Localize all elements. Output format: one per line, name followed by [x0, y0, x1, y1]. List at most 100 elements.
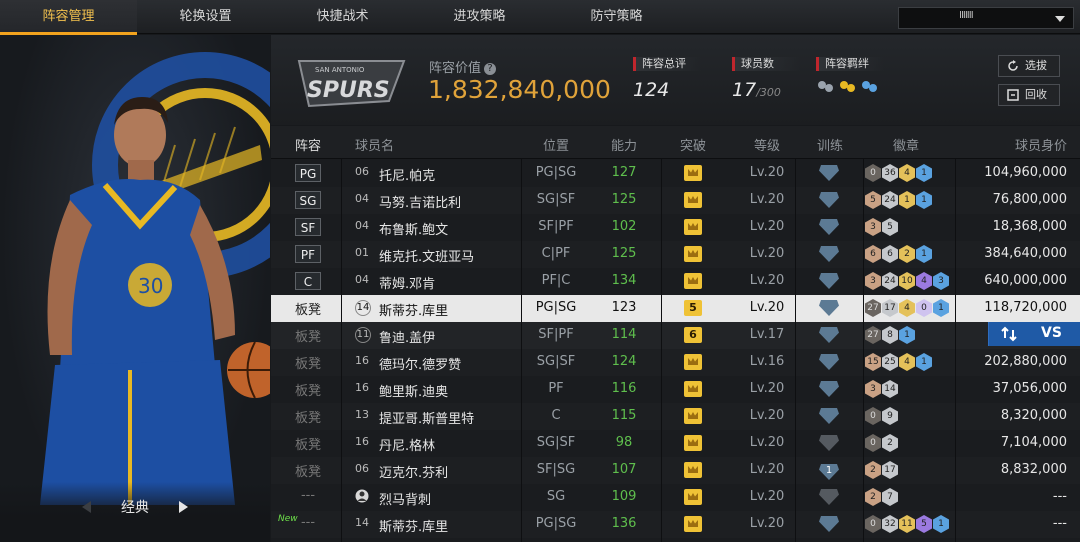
bond-gold-icon[interactable] — [838, 79, 856, 95]
player-price: 76,800,000 — [992, 192, 1067, 207]
crown-icon — [684, 489, 702, 505]
player-name: 提亚哥.斯普里特 — [379, 412, 475, 427]
header-badges[interactable]: 徽章 — [877, 135, 935, 154]
lineup-select[interactable]: IIIIIII — [898, 7, 1074, 29]
recycle-button[interactable]: 回收 — [998, 84, 1060, 106]
next-arrow-icon[interactable] — [179, 501, 188, 513]
training-shield-icon — [819, 192, 839, 208]
player-level: Lv.20 — [749, 165, 785, 180]
chevron-down-icon — [1055, 16, 1065, 22]
jersey-number: 14 — [355, 516, 369, 529]
pick-button[interactable]: 选拔 — [998, 55, 1060, 77]
training-shield-icon — [819, 381, 839, 397]
player-position: PF — [548, 381, 564, 396]
table-row[interactable]: SG 04 马努.吉诺比利 SG|SF 125 Lv.20 5 24 1 1 76,800,000 — [271, 187, 1080, 214]
table-row[interactable]: 板凳 16 鲍里斯.迪奥 PF 116 Lv.20 3 14 37,056,000 — [271, 376, 1080, 403]
header-position[interactable]: 位置 — [521, 135, 591, 154]
recycle-icon — [1007, 89, 1019, 101]
recycle-button-label: 回收 — [1025, 88, 1047, 101]
badge-gold: 11 — [899, 515, 915, 533]
badge-gold: 1 — [899, 191, 915, 209]
lineup-slot: SG — [295, 191, 321, 209]
header-level[interactable]: 等级 — [737, 135, 797, 154]
jersey-number: 04 — [355, 192, 369, 205]
badge-bronze: 5 — [865, 191, 881, 209]
tab-offense-strategy[interactable]: 进攻策略 — [411, 0, 548, 34]
table-row[interactable]: 板凳 16 德玛尔.德罗赞 SG|SF 124 Lv.16 15 25 4 1 202,880,00… — [271, 349, 1080, 376]
training-level: 1 — [819, 464, 839, 480]
badge-list: 27 17 4 0 1 — [865, 299, 949, 317]
crown-icon — [684, 408, 702, 424]
header-price[interactable]: 球员身价 — [961, 135, 1067, 154]
badge-list: 5 24 1 1 — [865, 191, 932, 209]
player-ability: 115 — [611, 408, 637, 423]
player-level: Lv.20 — [749, 489, 785, 504]
tab-rotation-settings[interactable]: 轮换设置 — [137, 0, 274, 34]
table-row[interactable]: SF 04 布鲁斯.鲍文 SF|PF 102 Lv.20 3 5 18,368,000 — [271, 214, 1080, 241]
player-position: PG|SG — [535, 300, 577, 315]
header-training[interactable]: 训练 — [801, 135, 859, 154]
table-row[interactable]: 板凳 13 提亚哥.斯普里特 C 115 Lv.20 0 9 8,320,000 — [271, 403, 1080, 430]
player-position: SF|PF — [538, 219, 574, 234]
table-row[interactable]: 板凳 06 迈克尔.芬利 SF|SG 107 Lv.20 1 2 17 8,832,000 — [271, 457, 1080, 484]
table-row[interactable]: New --- 14 斯蒂芬.库里 PG|SG 136 Lv.20 0 32 11 5 1 --- — [271, 511, 1080, 538]
tab-quick-tactics[interactable]: 快捷战术 — [274, 0, 411, 34]
compare-vs-button[interactable]: VS — [988, 322, 1080, 346]
jersey-number: 16 — [355, 435, 369, 448]
table-row[interactable]: --- 烈马背刺 SG 109 Lv.20 2 7 --- — [271, 484, 1080, 511]
player-ability: 114 — [611, 327, 637, 342]
training-shield-icon — [819, 408, 839, 424]
card-label: 经典 — [121, 500, 149, 516]
badge-list: 27 8 1 — [865, 326, 915, 344]
badge-blue: 1 — [916, 245, 932, 263]
player-ability: 107 — [611, 462, 637, 477]
player-ability: 123 — [611, 300, 637, 315]
badge-dark: 0 — [865, 407, 881, 425]
header-lineup[interactable]: 阵容 — [281, 135, 335, 154]
player-name: 马努.吉诺比利 — [379, 196, 462, 211]
player-price: 8,320,000 — [1000, 408, 1067, 423]
bond-grey-icon[interactable] — [816, 79, 834, 95]
badge-gold: 2 — [899, 245, 915, 263]
table-row[interactable]: C 04 蒂姆.邓肯 PF|C 134 Lv.20 3 24 10 4 3 640,000,000 — [271, 268, 1080, 295]
table-row[interactable]: 板凳 11 鲁迪.盖伊 SF|PF 114 6 Lv.17 27 8 1 — [271, 322, 1080, 349]
player-level: Lv.20 — [749, 246, 785, 261]
header-ability[interactable]: 能力 — [594, 135, 654, 154]
player-price: 18,368,000 — [992, 219, 1067, 234]
badge-bronze: 15 — [865, 353, 881, 371]
player-ability: 109 — [611, 489, 637, 504]
training-shield-icon — [819, 165, 839, 181]
lineup-slot: 板凳 — [294, 303, 321, 318]
help-icon[interactable]: ? — [484, 63, 497, 75]
player-ability: 124 — [611, 354, 637, 369]
player-price: 104,960,000 — [984, 165, 1067, 180]
table-row[interactable]: 板凳 16 丹尼.格林 SG|SF 98 Lv.20 0 2 7,104,000 — [271, 430, 1080, 457]
tab-lineup-management[interactable]: 阵容管理 — [0, 0, 137, 35]
value-label: 阵容价值 — [429, 61, 482, 76]
badge-silver: 17 — [882, 299, 898, 317]
badge-list: 15 25 4 1 — [865, 353, 932, 371]
svg-text:30: 30 — [138, 274, 163, 298]
player-name: 维克托.文班亚马 — [379, 250, 475, 265]
badge-silver: 5 — [882, 218, 898, 236]
badge-blue: 1 — [933, 299, 949, 317]
table-row[interactable]: 板凳 14 斯蒂芬.库里 PG|SG 123 5 Lv.20 27 17 4 0 1 118,720,0… — [271, 295, 1080, 322]
header-name[interactable]: 球员名 — [355, 135, 394, 154]
badge-bronze: 2 — [865, 461, 881, 479]
badge-bronze: 6 — [865, 245, 881, 263]
badge-blue: 1 — [933, 515, 949, 533]
header-breakthrough[interactable]: 突破 — [664, 135, 722, 154]
tab-defense-strategy[interactable]: 防守策略 — [548, 0, 685, 34]
badge-bronze: 2 — [865, 488, 881, 506]
table-row[interactable]: PG 06 托尼.帕克 PG|SG 127 Lv.20 0 36 4 1 104,960,000 — [271, 160, 1080, 187]
bond-blue-icon[interactable] — [860, 79, 878, 95]
training-shield-icon — [819, 327, 839, 343]
badge-list: 2 17 — [865, 461, 898, 479]
badge-silver: 36 — [882, 164, 898, 182]
player-name: 斯蒂芬.库里 — [379, 520, 449, 535]
table-row[interactable]: PF 01 维克托.文班亚马 C|PF 125 Lv.20 6 6 2 1 384,640,000 — [271, 241, 1080, 268]
jersey-number: 13 — [355, 408, 369, 421]
badge-list: 3 24 10 4 3 — [865, 272, 949, 290]
player-price: --- — [1052, 489, 1067, 504]
player-illustration: 30 — [40, 52, 270, 505]
